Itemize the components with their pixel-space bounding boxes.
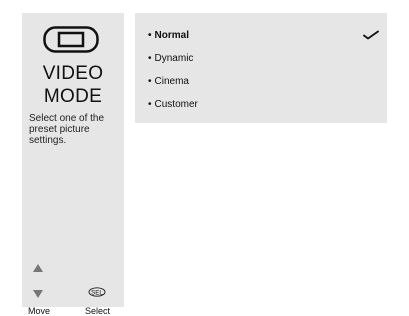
option-bullet: •: [148, 53, 152, 64]
nav-select-label: Select: [85, 306, 111, 316]
checkmark-icon: [363, 30, 379, 40]
option-cinema[interactable]: • Cinema: [148, 76, 189, 87]
tv-icon: [43, 26, 99, 53]
nav-move-label: Move: [28, 306, 51, 316]
sel-button-icon: SEL: [88, 287, 106, 297]
option-label: Cinema: [154, 76, 189, 87]
menu-title-line2: MODE: [43, 86, 103, 107]
menu-description: Select one of the preset picture setting…: [29, 113, 105, 146]
option-dynamic[interactable]: • Dynamic: [148, 53, 193, 64]
option-label: Normal: [154, 30, 189, 41]
option-bullet: •: [148, 76, 152, 87]
option-bullet: •: [148, 99, 152, 110]
video-mode-options-panel: • Normal • Dynamic • Cinema • Customer: [135, 13, 387, 123]
up-down-arrows-icon: [33, 264, 43, 298]
option-label: Dynamic: [154, 53, 194, 64]
option-label: Customer: [154, 99, 198, 110]
option-customer[interactable]: • Customer: [148, 99, 198, 110]
option-bullet: •: [148, 30, 152, 41]
menu-title-line1: VIDEO: [42, 63, 104, 84]
option-normal[interactable]: • Normal: [148, 30, 189, 41]
info-sidebar: VIDEO MODE Select one of the preset pict…: [22, 13, 124, 316]
svg-text:SEL: SEL: [91, 289, 103, 296]
